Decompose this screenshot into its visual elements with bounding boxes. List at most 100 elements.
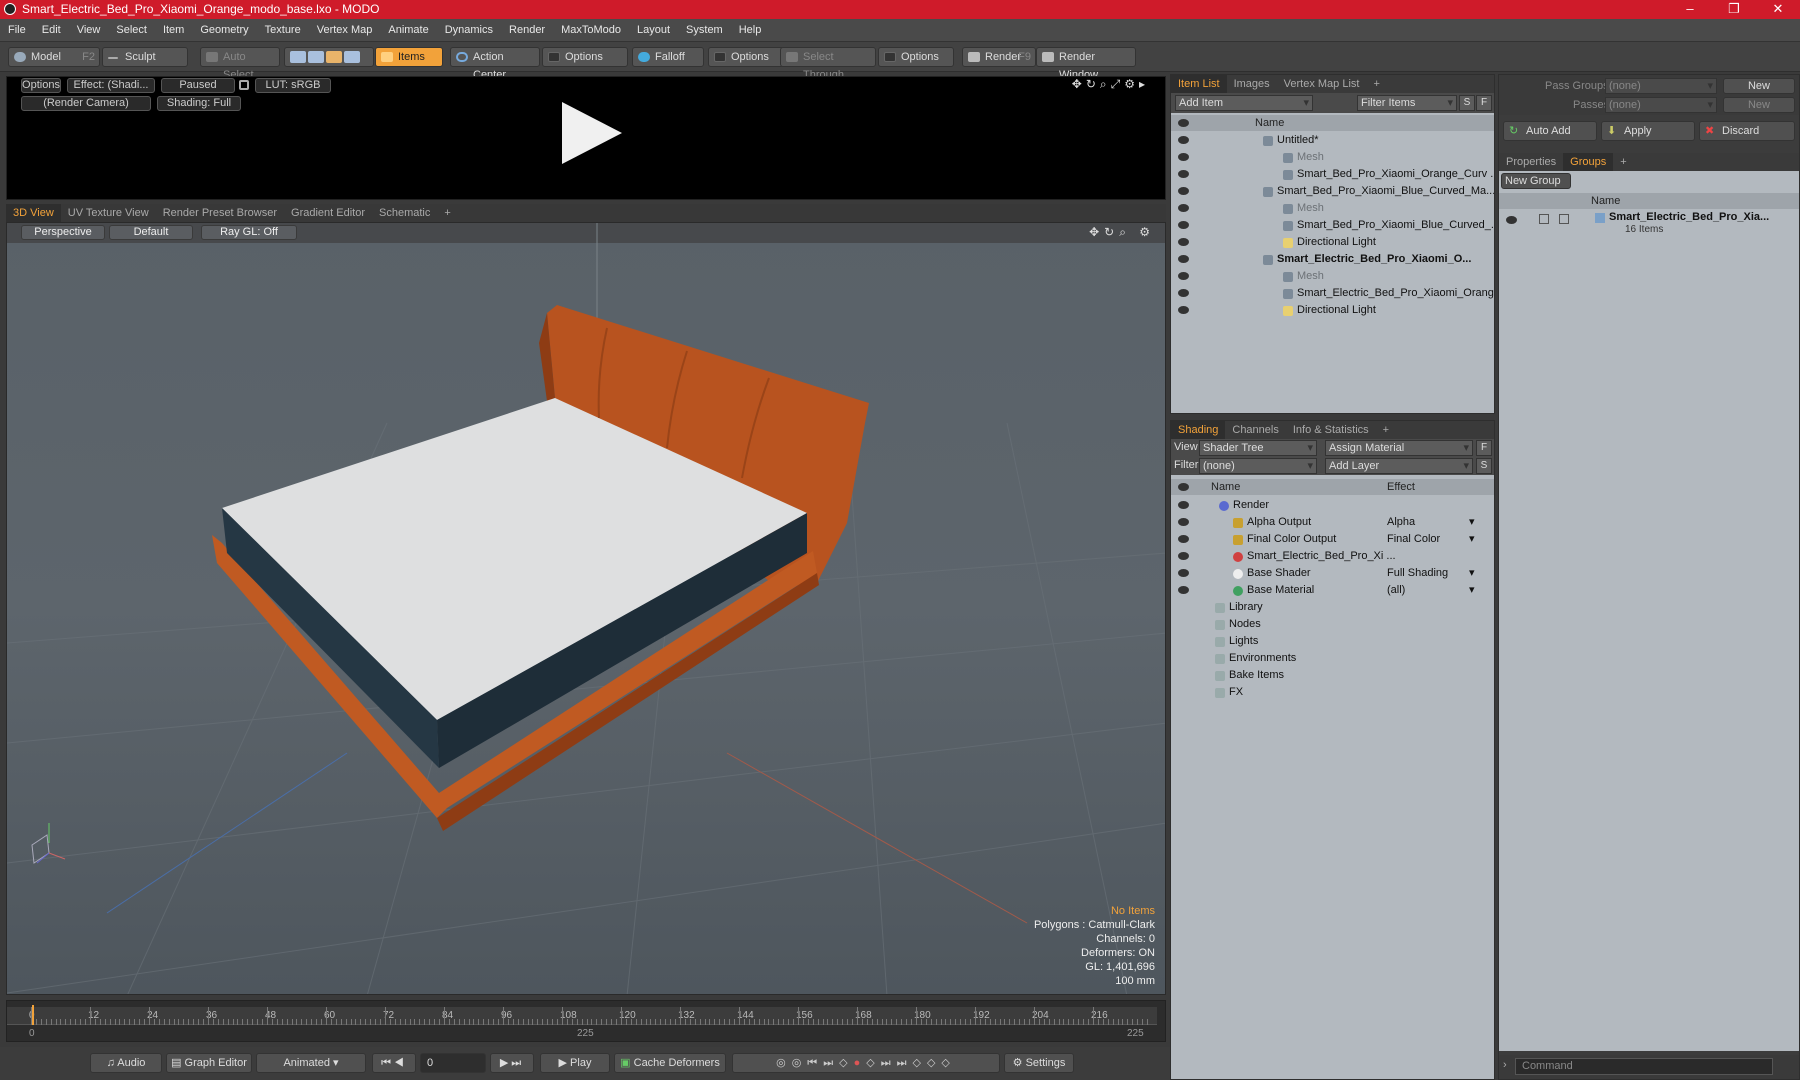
assign-material-dropdown[interactable]: Assign Material <box>1325 440 1473 456</box>
item-list-row[interactable]: Directional Light <box>1171 234 1494 251</box>
add-item-dropdown[interactable]: Add Item <box>1175 95 1313 111</box>
menu-vertex-map[interactable]: Vertex Map <box>309 19 381 42</box>
eye-icon[interactable] <box>1178 552 1189 560</box>
action-center-button[interactable]: Action Center <box>450 47 540 81</box>
effect-dropdown[interactable]: Effect: (Shadi... <box>67 78 155 93</box>
preview-nav-icons[interactable]: ✥↻⌕⤢⚙▸ <box>1072 77 1149 92</box>
polygons-mode-icon[interactable] <box>326 51 342 63</box>
tab-gradient-editor[interactable]: Gradient Editor <box>284 204 372 222</box>
item-list-row[interactable]: Smart_Electric_Bed_Pro_Xiaomi_O... <box>1171 251 1494 268</box>
new-group-button[interactable]: New Group <box>1501 173 1571 189</box>
eye-icon[interactable] <box>1178 272 1189 280</box>
animated-dropdown[interactable]: Animated ▾ <box>256 1053 366 1073</box>
item-list-row[interactable]: Mesh <box>1171 149 1494 166</box>
add-tab-button[interactable]: + <box>437 204 457 222</box>
lock-checkbox[interactable] <box>1539 214 1549 224</box>
eye-icon[interactable] <box>1178 569 1189 577</box>
auto-add-button[interactable]: ↻ Auto Add <box>1503 121 1597 141</box>
skip-end-buttons[interactable]: ▶⏭ <box>490 1053 534 1073</box>
filter-items-field[interactable]: Filter Items <box>1357 95 1457 111</box>
shader-tree-row[interactable]: Render <box>1171 497 1494 514</box>
eye-icon[interactable] <box>1178 518 1189 526</box>
eye-icon[interactable] <box>1178 255 1189 263</box>
dropdown-arrow-icon[interactable]: ▾ <box>1469 531 1475 548</box>
render-window-button[interactable]: Render Window <box>1036 47 1136 81</box>
add-tab-button[interactable]: + <box>1613 153 1633 171</box>
auto-select-button[interactable]: Auto Select <box>200 47 280 81</box>
shader-tree-row[interactable]: Bake Items <box>1171 667 1494 684</box>
view-dropdown[interactable]: Shader Tree <box>1199 440 1317 456</box>
filter-dropdown[interactable]: (none) <box>1199 458 1317 474</box>
eye-icon[interactable] <box>1178 221 1189 229</box>
paused-toggle[interactable]: Paused <box>161 78 235 93</box>
lut-dropdown[interactable]: LUT: sRGB <box>255 78 331 93</box>
eye-icon[interactable] <box>1178 153 1189 161</box>
item-list-row[interactable]: Directional Light <box>1171 302 1494 319</box>
menu-render[interactable]: Render <box>501 19 553 42</box>
menu-maxtomodo[interactable]: MaxToModo <box>553 19 629 42</box>
menu-select[interactable]: Select <box>108 19 155 42</box>
item-list-row[interactable]: Smart_Bed_Pro_Xiaomi_Blue_Curved_Ma... <box>1171 183 1494 200</box>
tab-groups[interactable]: Groups <box>1563 153 1614 171</box>
3d-viewport[interactable]: Perspective Default Ray GL: Off ✥↻⌕ ⚙ No… <box>6 222 1166 995</box>
falloff-options-button[interactable]: Options <box>708 47 784 67</box>
menu-geometry[interactable]: Geometry <box>192 19 256 42</box>
apply-button[interactable]: ⬇ Apply <box>1601 121 1695 141</box>
menu-layout[interactable]: Layout <box>629 19 678 42</box>
eye-icon[interactable] <box>1178 289 1189 297</box>
tab-vertex-map-list[interactable]: Vertex Map List <box>1277 75 1367 93</box>
dropdown-arrow-icon[interactable]: ▾ <box>1469 582 1475 599</box>
close-button[interactable]: ✕ <box>1756 0 1800 19</box>
key-tools-group[interactable]: ◎◎⏮⏭◇●◇⏭⏭◇◇◇ <box>732 1053 1000 1073</box>
menu-animate[interactable]: Animate <box>380 19 436 42</box>
vertices-mode-icon[interactable] <box>290 51 306 63</box>
tab-3d-view[interactable]: 3D View <box>6 204 61 222</box>
new-pass-group-button[interactable]: New <box>1723 78 1795 94</box>
dropdown-arrow-icon[interactable]: ▾ <box>1469 565 1475 582</box>
cache-deformers-button[interactable]: ▣ Cache Deformers <box>614 1053 726 1073</box>
edges-mode-icon[interactable] <box>308 51 324 63</box>
select-through-options-button[interactable]: Options <box>878 47 954 67</box>
skip-start-buttons[interactable]: ⏮◀ <box>372 1053 416 1073</box>
new-pass-button[interactable]: New <box>1723 97 1795 113</box>
item-list-s-button[interactable]: S <box>1459 95 1475 111</box>
eye-icon[interactable] <box>1506 216 1517 224</box>
shader-tree-row[interactable]: Nodes <box>1171 616 1494 633</box>
item-list-row[interactable]: Mesh <box>1171 200 1494 217</box>
eye-icon[interactable] <box>1178 586 1189 594</box>
passes-dropdown[interactable]: (none) <box>1605 97 1717 113</box>
eye-icon[interactable] <box>1178 535 1189 543</box>
falloff-button[interactable]: Falloff <box>632 47 704 67</box>
settings-button[interactable]: ⚙ Settings <box>1004 1053 1074 1073</box>
tab-uv-texture-view[interactable]: UV Texture View <box>61 204 156 222</box>
eye-icon[interactable] <box>1178 204 1189 212</box>
frame-input[interactable]: 0 <box>420 1053 486 1073</box>
shading-dropdown[interactable]: Shading: Full <box>157 96 241 111</box>
shader-tree-row[interactable]: Base Shader Full Shading ▾ <box>1171 565 1494 582</box>
item-list-row[interactable]: Mesh <box>1171 268 1494 285</box>
timeline-playhead[interactable] <box>32 1005 34 1025</box>
tab-properties[interactable]: Properties <box>1499 153 1563 171</box>
shader-tree-row[interactable]: Lights <box>1171 633 1494 650</box>
model-mode-button[interactable]: Model F2 <box>8 47 100 67</box>
select-checkbox[interactable] <box>1559 214 1569 224</box>
select-through-button[interactable]: Select Through <box>780 47 876 81</box>
graph-editor-button[interactable]: ▤ Graph Editor <box>166 1053 252 1073</box>
menu-edit[interactable]: Edit <box>34 19 69 42</box>
menu-system[interactable]: System <box>678 19 731 42</box>
minimize-button[interactable]: – <box>1668 0 1712 19</box>
selection-mode-group[interactable] <box>284 47 374 67</box>
dropdown-arrow-icon[interactable]: ▾ <box>1469 514 1475 531</box>
action-center-options-button[interactable]: Options <box>542 47 628 67</box>
tab-images[interactable]: Images <box>1227 75 1277 93</box>
sculpt-mode-button[interactable]: Sculpt <box>102 47 188 67</box>
eye-icon[interactable] <box>1178 136 1189 144</box>
add-tab-button[interactable]: + <box>1376 421 1396 439</box>
menu-help[interactable]: Help <box>731 19 770 42</box>
play-button[interactable]: ▶ Play <box>540 1053 610 1073</box>
pass-groups-dropdown[interactable]: (none) <box>1605 78 1717 94</box>
tab-schematic[interactable]: Schematic <box>372 204 437 222</box>
item-list-row[interactable]: Smart_Bed_Pro_Xiaomi_Blue_Curved_... <box>1171 217 1494 234</box>
audio-button[interactable]: ♫ Audio <box>90 1053 162 1073</box>
item-list-row[interactable]: Smart_Bed_Pro_Xiaomi_Orange_Curv ... <box>1171 166 1494 183</box>
